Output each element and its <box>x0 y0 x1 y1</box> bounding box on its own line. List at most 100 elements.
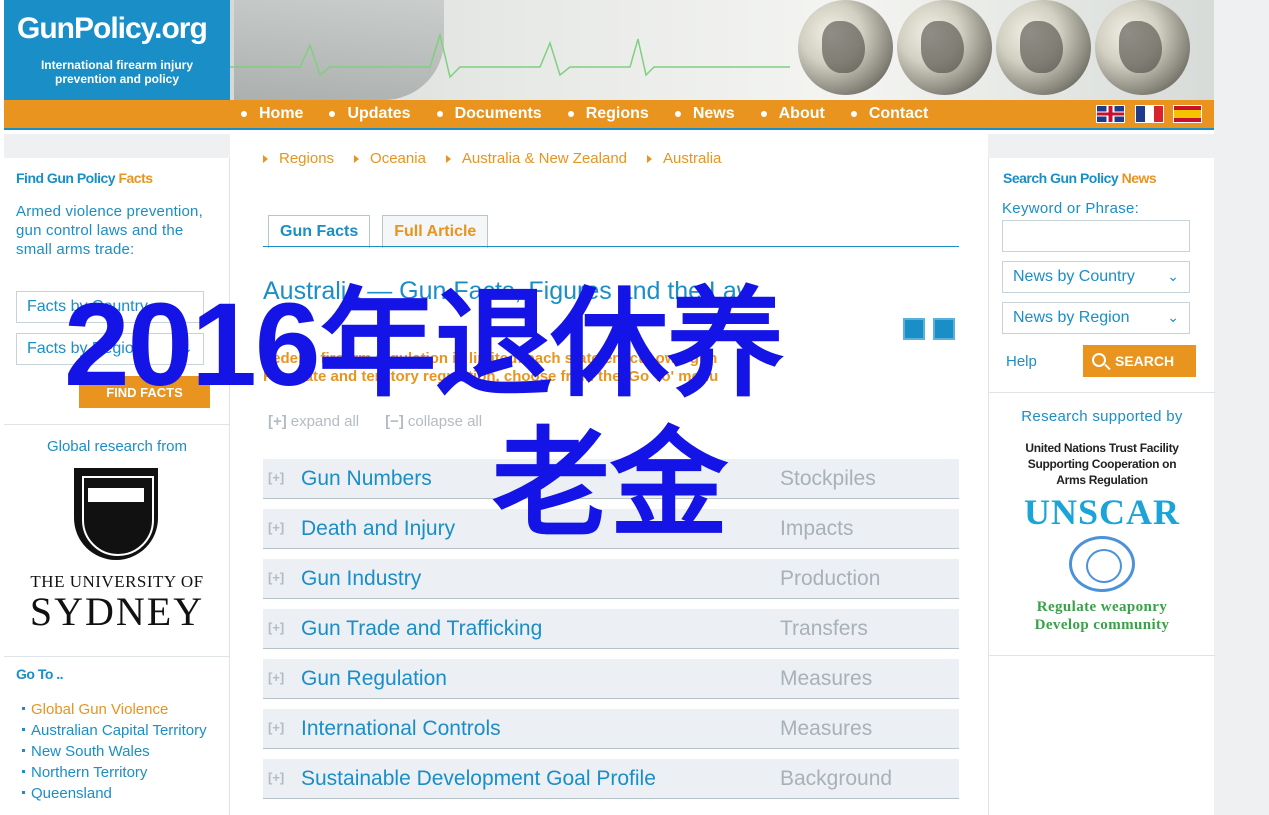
spanish-flag-icon[interactable] <box>1173 105 1202 123</box>
unscar-logo[interactable]: United Nations Trust Facility Supporting… <box>999 440 1205 634</box>
goto-item[interactable]: Northern Territory <box>22 763 222 783</box>
breadcrumb-item[interactable]: Oceania <box>354 150 426 167</box>
nav-contact[interactable]: Contact <box>850 105 955 123</box>
goto-item[interactable]: Global Gun Violence <box>22 700 222 720</box>
bullet-icon <box>850 111 857 117</box>
expand-icon[interactable]: [+] <box>268 520 284 535</box>
section-title[interactable]: International Controls <box>301 717 501 741</box>
goto-list: Global Gun Violence Australian Capital Te… <box>22 700 222 805</box>
expand-icon[interactable]: [+] <box>268 670 284 685</box>
nav-regions[interactable]: Regions <box>567 105 675 123</box>
nav-updates[interactable]: Updates <box>329 105 436 123</box>
breadcrumb-item[interactable]: Australia & New Zealand <box>445 150 627 167</box>
section-category: Impacts <box>780 517 854 540</box>
page-title: Australia — Gun Facts, Figures and the L… <box>263 277 755 305</box>
unscar-facility-text: United Nations Trust Facility Supporting… <box>1025 441 1179 487</box>
tab-full-article[interactable]: Full Article <box>382 215 489 248</box>
expand-icon[interactable]: [+] <box>268 570 284 585</box>
logo-name: GunPolicy.org <box>17 12 208 45</box>
search-button[interactable]: SEARCH <box>1083 345 1196 377</box>
section-title[interactable]: Gun Industry <box>301 567 421 591</box>
chevron-down-icon: ⌄ <box>1167 268 1179 284</box>
expand-icon[interactable]: [+] <box>268 470 284 485</box>
section-category: Transfers <box>780 617 868 640</box>
section-category: Measures <box>780 717 873 740</box>
minus-box-icon: [−] <box>385 413 404 430</box>
news-by-country-select[interactable]: News by Country ⌄ <box>1002 261 1190 293</box>
find-facts-description: Armed violence prevention, gun control l… <box>16 203 203 258</box>
breadcrumb-item[interactable]: Australia <box>647 150 721 167</box>
expand-icon[interactable]: [+] <box>268 620 284 635</box>
section-row[interactable]: [+] Death and Injury Impacts <box>263 509 959 549</box>
globe-image <box>798 0 893 95</box>
nav-news[interactable]: News <box>674 105 761 123</box>
section-row[interactable]: [+] Gun Trade and Trafficking Transfers <box>263 609 959 649</box>
section-title[interactable]: Death and Injury <box>301 517 455 541</box>
bullet-icon <box>436 111 443 117</box>
globe-image <box>996 0 1091 95</box>
expand-icon[interactable]: [+] <box>268 720 284 735</box>
keyword-label: Keyword or Phrase: <box>1002 200 1140 217</box>
section-title[interactable]: Sustainable Development Goal Profile <box>301 767 656 791</box>
facts-by-region-select[interactable]: Facts by Region ⌄ <box>16 333 204 365</box>
breadcrumb-item[interactable]: Regions <box>263 150 334 167</box>
un-emblem-icon <box>1069 536 1135 592</box>
expand-icon[interactable]: [+] <box>268 770 284 785</box>
goto-item[interactable]: Australian Capital Territory <box>22 721 222 741</box>
expand-all-button[interactable]: [+] expand all <box>268 413 359 430</box>
left-sidebar: Find Gun Policy Facts Armed violence pre… <box>4 158 230 815</box>
search-icon <box>1092 353 1106 367</box>
section-row[interactable]: [+] Gun Regulation Measures <box>263 659 959 699</box>
section-category: Background <box>780 767 893 790</box>
news-by-region-select[interactable]: News by Region ⌄ <box>1002 302 1190 334</box>
english-flag-icon[interactable] <box>1096 105 1125 123</box>
university-of-sydney-logo[interactable]: THE UNIVERSITY OF SYDNEY <box>24 460 210 640</box>
main-nav: Home Updates Documents Regions News About Cont… <box>4 100 1214 130</box>
divider <box>4 424 230 425</box>
keyword-input[interactable] <box>1002 220 1190 252</box>
caret-right-icon <box>647 154 653 163</box>
breadcrumb-label: Australia <box>663 150 722 167</box>
find-facts-button[interactable]: FIND FACTS <box>79 376 210 408</box>
breadcrumb-label: Regions <box>279 150 335 167</box>
right-strip <box>988 134 1214 158</box>
share-icon[interactable] <box>903 318 925 340</box>
tab-gun-facts[interactable]: Gun Facts <box>268 215 371 248</box>
section-title[interactable]: Gun Trade and Trafficking <box>301 617 542 641</box>
section-row[interactable]: [+] Gun Industry Production <box>263 559 959 599</box>
intro-text: Federal firearm regulation is limited: e… <box>263 350 719 385</box>
section-row[interactable]: [+] Gun Numbers Stockpiles <box>263 459 959 499</box>
left-strip <box>4 134 230 158</box>
print-icon[interactable] <box>933 318 955 340</box>
chevron-down-icon: ⌄ <box>181 340 193 356</box>
caret-right-icon <box>354 154 360 163</box>
bullet-icon <box>241 111 247 117</box>
bullet-icon <box>760 111 767 117</box>
search-news-heading: Search Gun Policy News <box>1003 170 1157 186</box>
section-title[interactable]: Gun Regulation <box>301 667 447 691</box>
help-link[interactable]: Help <box>1006 353 1037 370</box>
facts-by-country-select[interactable]: Facts by Country <box>16 291 204 323</box>
collapse-all-button[interactable]: [−] collapse all <box>385 413 482 430</box>
site-logo[interactable]: GunPolicy.org International firearm inju… <box>4 0 230 100</box>
section-title[interactable]: Gun Numbers <box>301 467 432 491</box>
nav-documents[interactable]: Documents <box>436 105 568 123</box>
section-row[interactable]: [+] Sustainable Development Goal Profile B… <box>263 759 959 799</box>
page-gutter <box>1214 0 1269 815</box>
plus-box-icon: [+] <box>268 413 287 430</box>
section-row[interactable]: [+] International Controls Measures <box>263 709 959 749</box>
expand-controls: [+] expand all [−] collapse all <box>268 413 508 430</box>
nav-label: News <box>692 105 735 122</box>
divider <box>4 656 230 657</box>
bullet-icon <box>329 111 336 117</box>
nav-home[interactable]: Home <box>241 105 329 123</box>
nav-about[interactable]: About <box>760 105 851 123</box>
caret-right-icon <box>263 154 268 163</box>
goto-item[interactable]: Queensland <box>22 784 222 804</box>
french-flag-icon[interactable] <box>1135 105 1164 123</box>
logo-tagline: International firearm injury prevention … <box>40 58 194 86</box>
content-tabs: Gun Facts Full Article <box>268 215 500 248</box>
ecg-line <box>230 32 790 79</box>
goto-item[interactable]: New South Wales <box>22 742 222 762</box>
nav-label: About <box>778 105 825 122</box>
